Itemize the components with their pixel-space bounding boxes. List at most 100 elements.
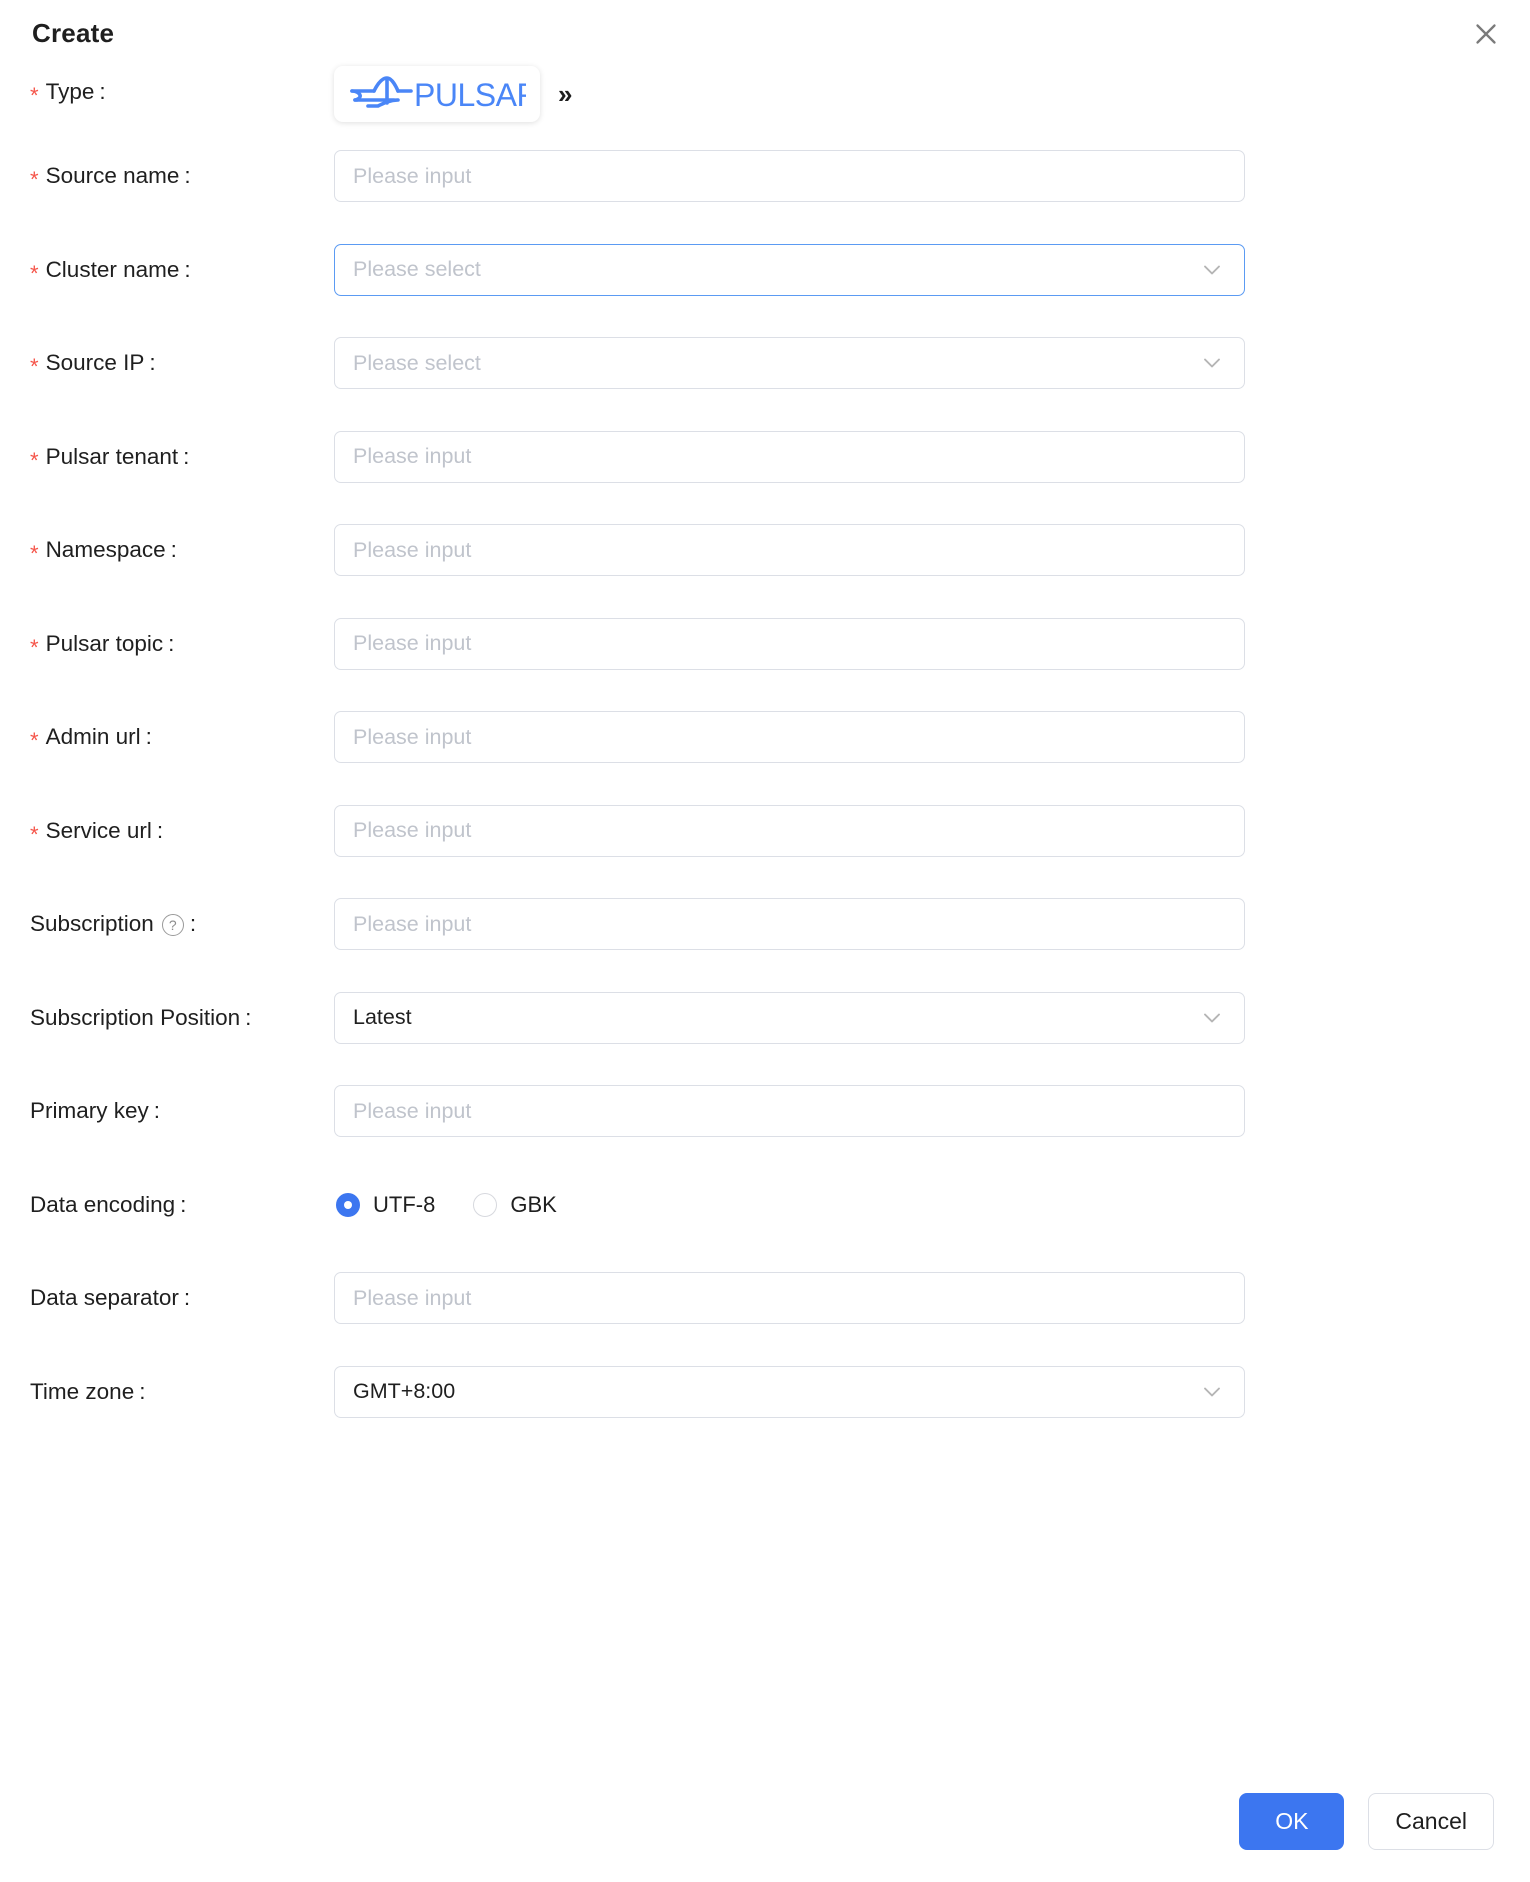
source-name-input[interactable]: Please input: [334, 150, 1245, 202]
question-circle-icon[interactable]: ?: [161, 914, 184, 936]
control-pulsar-tenant: Please input: [334, 430, 1494, 483]
data-encoding-radio-group: UTF-8 GBK: [334, 1179, 1494, 1231]
label-colon: :: [153, 1098, 161, 1123]
placeholder-text: Please input: [353, 911, 472, 936]
radio-gbk[interactable]: GBK: [473, 1192, 557, 1218]
label-subscription: Subscription ? :: [0, 898, 334, 950]
form-row-cluster-name: * Cluster name : Please select: [0, 243, 1494, 338]
control-service-url: Please input: [334, 804, 1494, 857]
label-text: Admin url: [45, 724, 141, 749]
control-source-ip: Please select: [334, 337, 1494, 389]
required-marker: *: [30, 260, 39, 286]
dialog-footer: OK Cancel: [1239, 1793, 1494, 1850]
required-marker: *: [30, 634, 39, 660]
ok-button[interactable]: OK: [1239, 1793, 1345, 1850]
pulsar-topic-input[interactable]: Please input: [334, 617, 1245, 670]
control-subscription: Please input: [334, 898, 1494, 950]
required-marker: *: [30, 354, 39, 379]
placeholder-text: Please input: [353, 1098, 472, 1123]
label-cluster-name: * Cluster name :: [0, 244, 334, 296]
label-text: Subscription Position: [30, 1004, 241, 1030]
type-next-arrow[interactable]: »: [558, 81, 572, 107]
label-text: Source name: [45, 163, 180, 188]
placeholder-text: Please select: [353, 257, 481, 281]
chevron-down-icon: [1200, 1380, 1224, 1404]
control-pulsar-topic: Please input: [334, 617, 1494, 670]
placeholder-text: Please select: [353, 350, 481, 375]
form-row-admin-url: * Admin url : Please input: [0, 711, 1494, 805]
label-text: Pulsar topic: [45, 630, 164, 656]
label-text: Pulsar tenant: [45, 443, 179, 469]
radio-dot-icon: [336, 1192, 360, 1217]
data-separator-input[interactable]: Please input: [334, 1272, 1245, 1324]
placeholder-text: Please input: [353, 724, 472, 749]
label-colon: :: [184, 163, 191, 188]
label-colon: :: [145, 724, 152, 749]
dialog-header: Create: [0, 0, 1530, 66]
control-data-encoding: UTF-8 GBK: [334, 1179, 1494, 1231]
label-primary-key: Primary key :: [0, 1085, 334, 1137]
selected-value: Latest: [353, 1005, 412, 1029]
label-colon: :: [99, 79, 106, 104]
subscription-position-select[interactable]: Latest: [334, 991, 1245, 1044]
label-colon: :: [189, 911, 197, 936]
form-row-source-name: * Source name : Please input: [0, 150, 1494, 244]
namespace-input[interactable]: Please input: [334, 524, 1245, 576]
form-row-subscription-position: Subscription Position : Latest: [0, 991, 1494, 1086]
placeholder-text: Please input: [353, 537, 472, 562]
page-title: Create: [32, 17, 115, 48]
chevron-down-icon: [1200, 351, 1224, 375]
primary-key-input[interactable]: Please input: [334, 1085, 1245, 1137]
subscription-input[interactable]: Please input: [334, 898, 1245, 950]
label-subscription-position: Subscription Position :: [0, 992, 334, 1044]
radio-utf8[interactable]: UTF-8: [336, 1192, 435, 1218]
control-subscription-position: Latest: [334, 991, 1494, 1044]
service-url-input[interactable]: Please input: [334, 804, 1245, 857]
label-colon: :: [156, 817, 164, 843]
label-source-ip: * Source IP :: [0, 337, 334, 389]
form-row-primary-key: Primary key : Please input: [0, 1085, 1494, 1179]
label-colon: :: [139, 1378, 146, 1404]
label-pulsar-topic: * Pulsar topic :: [0, 618, 334, 670]
required-marker: *: [30, 167, 39, 192]
label-colon: :: [183, 1285, 191, 1310]
required-marker: *: [30, 821, 39, 847]
pulsar-tenant-input[interactable]: Please input: [334, 430, 1245, 483]
label-type: * Type :: [0, 66, 334, 118]
form-body: * Type : PULSA » * Source name: Please …: [0, 66, 1530, 1459]
control-time-zone: GMT+8:00: [334, 1365, 1494, 1418]
cancel-button[interactable]: Cancel: [1368, 1793, 1494, 1850]
form-row-source-ip: * Source IP : Please select: [0, 337, 1494, 431]
label-text: Namespace: [45, 537, 166, 562]
cluster-name-select[interactable]: Please select: [334, 243, 1245, 296]
placeholder-text: Please input: [353, 818, 472, 842]
form-row-time-zone: Time zone : GMT+8:00: [0, 1365, 1494, 1460]
control-type: PULSAR »: [334, 66, 1494, 122]
label-colon: :: [170, 537, 177, 562]
source-ip-select[interactable]: Please select: [334, 337, 1245, 389]
label-text: Type: [45, 79, 95, 104]
label-colon: :: [245, 1004, 252, 1030]
chevron-down-icon: [1200, 258, 1224, 282]
form-row-subscription: Subscription ? : Please input: [0, 898, 1494, 992]
required-marker: *: [30, 541, 39, 566]
label-namespace: * Namespace :: [0, 524, 334, 576]
label-text: Service url: [45, 817, 152, 843]
placeholder-text: Please input: [353, 631, 472, 655]
label-text: Data encoding: [30, 1191, 176, 1217]
form-row-data-encoding: Data encoding : UTF-8 GBK: [0, 1179, 1494, 1273]
label-time-zone: Time zone :: [0, 1366, 334, 1418]
label-text: Subscription: [30, 911, 154, 936]
radio-dot-icon: [473, 1192, 498, 1217]
time-zone-select[interactable]: GMT+8:00: [334, 1365, 1245, 1418]
type-option-pulsar[interactable]: PULSAR: [334, 66, 540, 122]
control-admin-url: Please input: [334, 711, 1494, 763]
close-icon[interactable]: [1464, 12, 1508, 56]
label-pulsar-tenant: * Pulsar tenant :: [0, 431, 334, 483]
admin-url-input[interactable]: Please input: [334, 711, 1245, 763]
placeholder-text: Please input: [353, 1285, 472, 1310]
required-marker: *: [30, 83, 39, 108]
form-row-namespace: * Namespace : Please input: [0, 524, 1494, 618]
form-row-pulsar-topic: * Pulsar topic : Please input: [0, 617, 1494, 712]
label-data-separator: Data separator :: [0, 1272, 334, 1324]
